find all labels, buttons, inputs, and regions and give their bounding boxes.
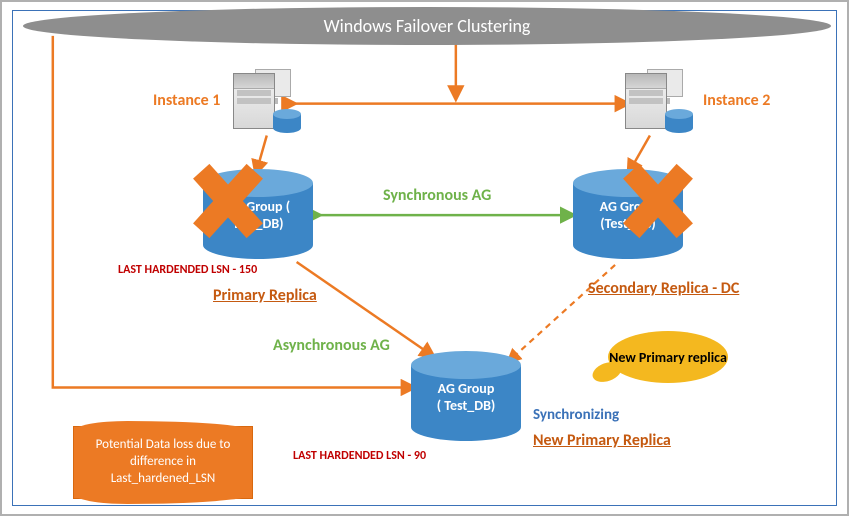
primary-replica-label: Primary Replica: [213, 286, 317, 305]
async-ag-label: Asynchronous AG: [273, 336, 390, 355]
ribbon-data-loss: Potential Data loss due to difference in…: [73, 426, 253, 499]
instance-1-label: Instance 1: [153, 91, 220, 110]
db-new-primary: AG Group( Test_DB): [411, 351, 521, 441]
diagram-stage: Windows Failover Clustering Instance 1 I…: [13, 11, 836, 505]
diagram-frame-inner: Windows Failover Clustering Instance 1 I…: [12, 10, 837, 506]
server-1-icon: [233, 73, 303, 133]
ribbon-text: Potential Data loss due to difference in…: [96, 437, 231, 486]
instance-2-label: Instance 2: [703, 91, 770, 110]
lsn-bottom: LAST HARDENDED LSN - 90: [293, 449, 426, 463]
lsn-left: LAST HARDENDED LSN - 150: [118, 263, 257, 277]
diagram-frame-outer: Windows Failover Clustering Instance 1 I…: [0, 0, 849, 516]
cross-icon-secondary: [618, 161, 698, 241]
db-new-primary-line1: AG Group: [411, 381, 521, 398]
secondary-replica-label: Secondary Replica - DC: [588, 279, 739, 298]
cluster-banner-title: Windows Failover Clustering: [324, 15, 531, 37]
synchronizing-label: Synchronizing: [533, 406, 619, 424]
cluster-banner: Windows Failover Clustering: [23, 7, 831, 45]
cross-icon-primary: [188, 161, 268, 241]
server-2-icon: [625, 73, 695, 133]
new-primary-replica-label: New Primary Replica: [533, 431, 671, 450]
callout-new-primary: New Primary replica: [608, 331, 728, 383]
db-new-primary-line2: ( Test_DB): [411, 398, 521, 415]
callout-text: New Primary replica: [609, 349, 727, 366]
sync-ag-label: Synchronous AG: [383, 186, 491, 205]
